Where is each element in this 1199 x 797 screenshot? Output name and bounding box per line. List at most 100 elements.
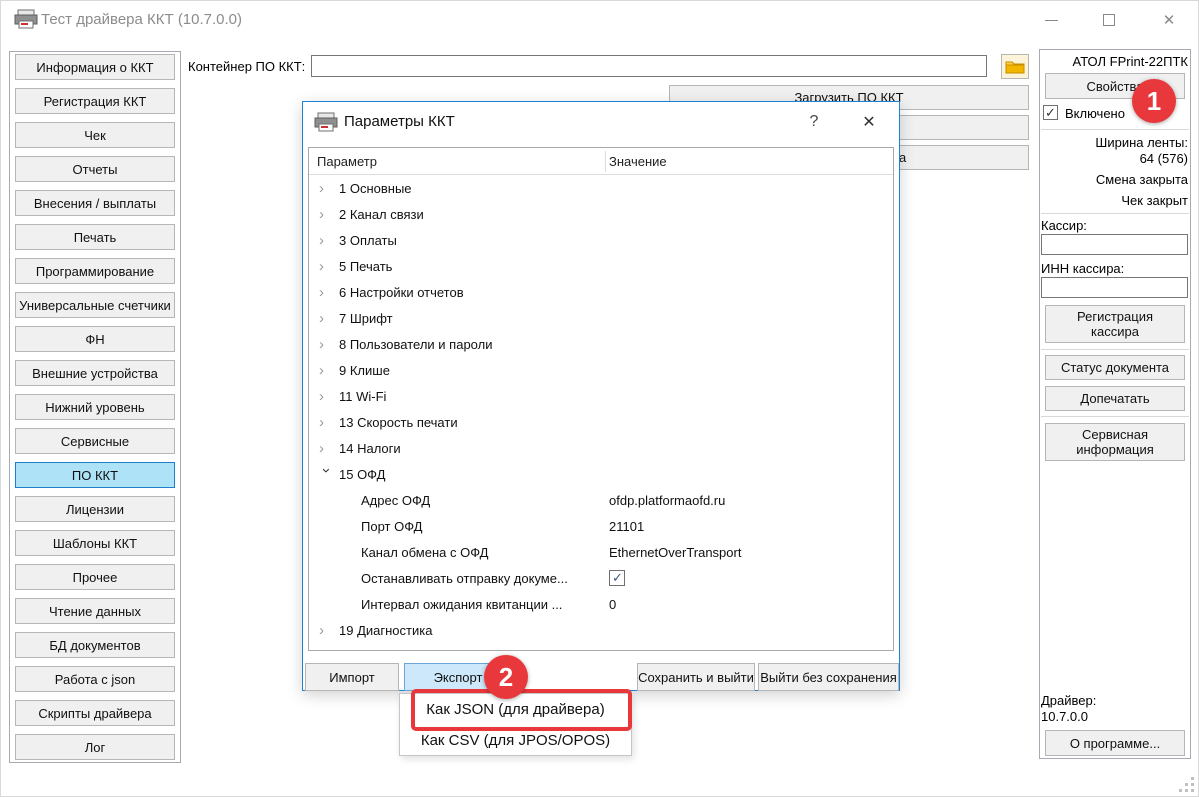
- tree-value[interactable]: 0: [609, 597, 616, 612]
- tree-row-ofd[interactable]: 15 ОФД: [309, 462, 893, 488]
- tree-row-polzovateli[interactable]: 8 Пользователи и пароли: [309, 332, 893, 358]
- tree-row-ofd-port[interactable]: Порт ОФД21101: [309, 514, 893, 540]
- tree-value[interactable]: EthernetOverTransport: [609, 545, 741, 560]
- print-more-button[interactable]: Допечатать: [1045, 386, 1185, 411]
- driver-label: Драйвер:: [1041, 693, 1096, 708]
- tape-width-label: Ширина ленты:: [1041, 135, 1188, 150]
- chevron-right-icon[interactable]: [319, 233, 333, 249]
- tree-label: 1 Основные: [339, 181, 412, 196]
- sidebar-item-log[interactable]: Лог: [15, 734, 175, 760]
- tree-label: 14 Налоги: [339, 441, 401, 456]
- tree-row-receipt-interval[interactable]: Интервал ожидания квитанции ... 0: [309, 592, 893, 618]
- chevron-right-icon[interactable]: [319, 389, 333, 405]
- cashier-inn-input[interactable]: [1041, 277, 1188, 298]
- enabled-label: Включено: [1065, 106, 1125, 121]
- dialog-title: Параметры ККТ: [344, 113, 455, 130]
- register-cashier-button[interactable]: Регистрация кассира: [1045, 305, 1185, 343]
- sidebar-item-universal-counters[interactable]: Универсальные счетчики: [15, 292, 175, 318]
- sidebar-item-programming[interactable]: Программирование: [15, 258, 175, 284]
- chevron-right-icon[interactable]: [319, 311, 333, 327]
- device-name: АТОЛ FPrint-22ПТК: [1041, 54, 1188, 69]
- tree-row-kanal-svyazi[interactable]: 2 Канал связи: [309, 202, 893, 228]
- service-info-button[interactable]: Сервисная информация: [1045, 423, 1185, 461]
- receipt-status: Чек закрыт: [1041, 193, 1188, 208]
- exit-without-save-button[interactable]: Выйти без сохранения: [758, 663, 899, 691]
- resize-grip-icon[interactable]: [1179, 777, 1195, 793]
- sidebar-item-service[interactable]: Сервисные: [15, 428, 175, 454]
- sidebar-item-low-level[interactable]: Нижний уровень: [15, 394, 175, 420]
- tree-label: Останавливать отправку докуме...: [361, 571, 568, 586]
- tree-row-osnovnye[interactable]: 1 Основные: [309, 176, 893, 202]
- chevron-right-icon[interactable]: [319, 623, 333, 639]
- sidebar-item-reports[interactable]: Отчеты: [15, 156, 175, 182]
- sidebar-item-kkt-registration[interactable]: Регистрация ККТ: [15, 88, 175, 114]
- browse-folder-button[interactable]: [1001, 54, 1029, 79]
- chevron-right-icon[interactable]: [319, 207, 333, 223]
- cashier-input[interactable]: [1041, 234, 1188, 255]
- save-and-exit-button[interactable]: Сохранить и выйти: [637, 663, 755, 691]
- tree-row-ofd-address[interactable]: Адрес ОФД ofdp.platformaofd.ru: [309, 488, 893, 514]
- sidebar-item-kkt-software[interactable]: ПО ККТ: [15, 462, 175, 488]
- about-button[interactable]: О программе...: [1045, 730, 1185, 756]
- help-button[interactable]: ?: [801, 110, 827, 134]
- tree-label: 3 Оплаты: [339, 233, 397, 248]
- minimize-button[interactable]: [1038, 9, 1064, 31]
- sidebar-item-driver-scripts[interactable]: Скрипты драйвера: [15, 700, 175, 726]
- chevron-right-icon[interactable]: [319, 285, 333, 301]
- sidebar-item-print[interactable]: Печать: [15, 224, 175, 250]
- checked-checkbox[interactable]: [609, 570, 625, 586]
- tape-width-value: 64 (576): [1041, 151, 1188, 166]
- tree-value[interactable]: ofdp.platformaofd.ru: [609, 493, 725, 508]
- chevron-down-icon[interactable]: [318, 468, 334, 482]
- tree-row-wifi[interactable]: 11 Wi-Fi: [309, 384, 893, 410]
- sidebar-item-doc-db[interactable]: БД документов: [15, 632, 175, 658]
- tree-label: Адрес ОФД: [361, 493, 430, 508]
- chevron-right-icon[interactable]: [319, 415, 333, 431]
- tree-row-diagnostika[interactable]: 19 Диагностика: [309, 618, 893, 644]
- tree-row-klishe[interactable]: 9 Клише: [309, 358, 893, 384]
- maximize-button[interactable]: [1096, 9, 1122, 31]
- chevron-right-icon[interactable]: [319, 259, 333, 275]
- sidebar-item-other[interactable]: Прочее: [15, 564, 175, 590]
- parameters-tree: Параметр Значение 1 Основные 2 Канал свя…: [308, 147, 894, 651]
- sidebar-item-read-data[interactable]: Чтение данных: [15, 598, 175, 624]
- tree-row-pechat[interactable]: 5 Печать: [309, 254, 893, 280]
- import-button[interactable]: Импорт: [305, 663, 399, 691]
- tree-row-oplaty[interactable]: 3 Оплаты: [309, 228, 893, 254]
- chevron-right-icon[interactable]: [319, 181, 333, 197]
- dialog-close-button[interactable]: ✕: [853, 110, 885, 134]
- tree-row-nalogi[interactable]: 14 Налоги: [309, 436, 893, 462]
- sidebar-item-kkt-info[interactable]: Информация о ККТ: [15, 54, 175, 80]
- close-button[interactable]: ✕: [1156, 9, 1182, 31]
- tree-label: 15 ОФД: [339, 467, 385, 482]
- container-input[interactable]: [311, 55, 987, 77]
- sidebar-item-json-work[interactable]: Работа с json: [15, 666, 175, 692]
- sidebar-item-receipt[interactable]: Чек: [15, 122, 175, 148]
- document-status-button[interactable]: Статус документа: [1045, 355, 1185, 380]
- sidebar-item-kkt-templates[interactable]: Шаблоны ККТ: [15, 530, 175, 556]
- tree-row-skorost-pechati[interactable]: 13 Скорость печати: [309, 410, 893, 436]
- driver-version: 10.7.0.0: [1041, 709, 1088, 724]
- tree-label: 11 Wi-Fi: [339, 389, 386, 404]
- tree-row-nastroyki-otchetov[interactable]: 6 Настройки отчетов: [309, 280, 893, 306]
- sidebar-item-cash-in-out[interactable]: Внесения / выплаты: [15, 190, 175, 216]
- tree-row-ofd-channel[interactable]: Канал обмена с ОФДEthernetOverTransport: [309, 540, 893, 566]
- tree-label: Интервал ожидания квитанции ...: [361, 597, 562, 612]
- chevron-right-icon[interactable]: [319, 363, 333, 379]
- container-label: Контейнер ПО ККТ:: [188, 59, 305, 74]
- enabled-checkbox[interactable]: [1043, 105, 1058, 120]
- annotation-highlight-rect: [411, 689, 632, 731]
- sidebar-item-external-devices[interactable]: Внешние устройства: [15, 360, 175, 386]
- tree-value[interactable]: 21101: [609, 519, 644, 534]
- tree-label: 9 Клише: [339, 363, 390, 378]
- tree-row-stop-sending[interactable]: Останавливать отправку докуме...: [309, 566, 893, 592]
- sidebar-item-licenses[interactable]: Лицензии: [15, 496, 175, 522]
- sidebar-item-fn[interactable]: ФН: [15, 326, 175, 352]
- tree-row-shrift[interactable]: 7 Шрифт: [309, 306, 893, 332]
- chevron-right-icon[interactable]: [319, 337, 333, 353]
- window-title: Тест драйвера ККТ (10.7.0.0): [41, 11, 242, 28]
- column-divider: [605, 151, 606, 172]
- annotation-badge-2: 2: [484, 655, 528, 699]
- chevron-right-icon[interactable]: [319, 441, 333, 457]
- tree-label: 19 Диагностика: [339, 623, 432, 638]
